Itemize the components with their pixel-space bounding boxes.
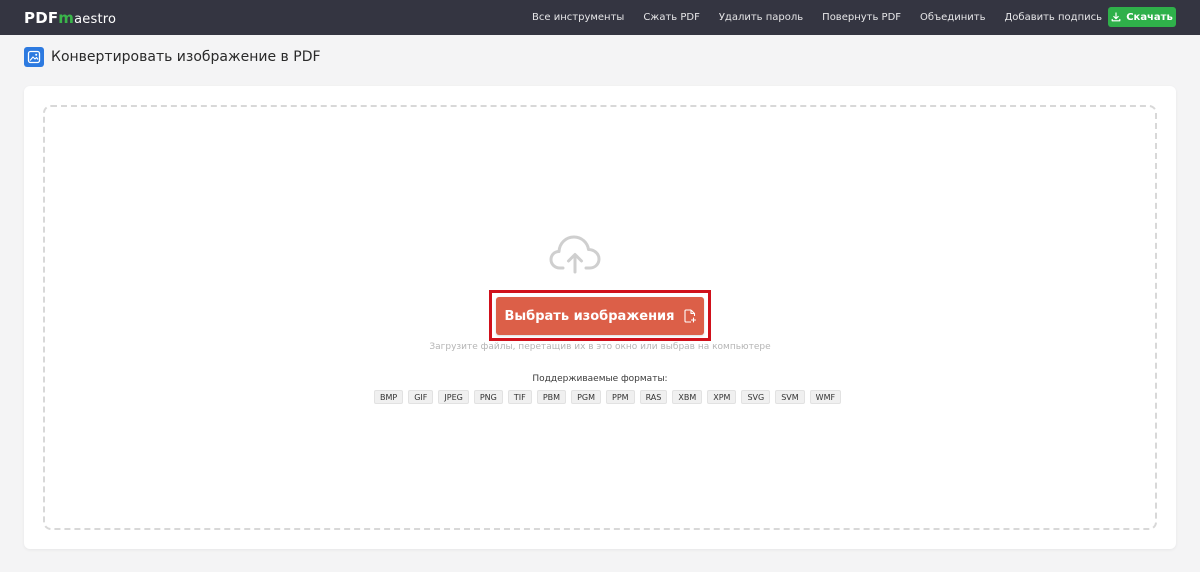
page-header: Конвертировать изображение в PDF <box>24 47 321 67</box>
image-icon <box>24 47 44 67</box>
logo-rest: aestro <box>74 12 117 27</box>
nav-remove-password[interactable]: Удалить пароль <box>719 12 803 23</box>
main-nav: Все инструменты Сжать PDF Удалить пароль… <box>532 0 1102 35</box>
top-bar: PDF m aestro Все инструменты Сжать PDF Уда… <box>0 0 1200 35</box>
format-badge: WMF <box>809 390 842 404</box>
format-badge: BMP <box>374 390 404 404</box>
format-badge: PBM <box>536 390 567 404</box>
select-images-label: Выбрать изображения <box>504 308 675 324</box>
format-badge: GIF <box>408 390 434 404</box>
format-badge: XBM <box>672 390 703 404</box>
format-badge: JPEG <box>438 390 469 404</box>
format-badge: TIF <box>507 390 532 404</box>
logo-prefix: PDF <box>24 9 59 27</box>
nav-all-tools[interactable]: Все инструменты <box>532 12 624 23</box>
formats-label: Поддерживаемые форматы: <box>532 374 668 384</box>
format-badge: PGM <box>571 390 601 404</box>
select-images-button[interactable]: Выбрать изображения <box>496 297 704 335</box>
page-title: Конвертировать изображение в PDF <box>51 49 321 65</box>
nav-compress-pdf[interactable]: Сжать PDF <box>643 12 700 23</box>
logo[interactable]: PDF m aestro <box>24 9 116 27</box>
format-badge: SVM <box>775 390 805 404</box>
cloud-upload-icon <box>549 235 601 274</box>
format-badge: PPM <box>606 390 635 404</box>
nav-rotate-pdf[interactable]: Повернуть PDF <box>822 12 901 23</box>
format-badge: XPM <box>707 390 737 404</box>
download-button[interactable]: Скачать <box>1108 7 1176 27</box>
formats-list: BMP GIF JPEG PNG TIF PBM PGM PPM RAS XBM… <box>374 390 842 404</box>
nav-add-signature[interactable]: Добавить подпись <box>1004 12 1102 23</box>
upload-hint: Загрузите файлы, перетащив их в это окно… <box>429 342 771 352</box>
download-icon <box>1111 12 1121 22</box>
nav-merge[interactable]: Объединить <box>920 12 985 23</box>
download-label: Скачать <box>1126 11 1173 23</box>
add-file-icon <box>683 309 696 323</box>
format-badge: RAS <box>639 390 668 404</box>
logo-m: m <box>58 9 75 27</box>
format-badge: SVG <box>741 390 771 404</box>
format-badge: PNG <box>473 390 503 404</box>
